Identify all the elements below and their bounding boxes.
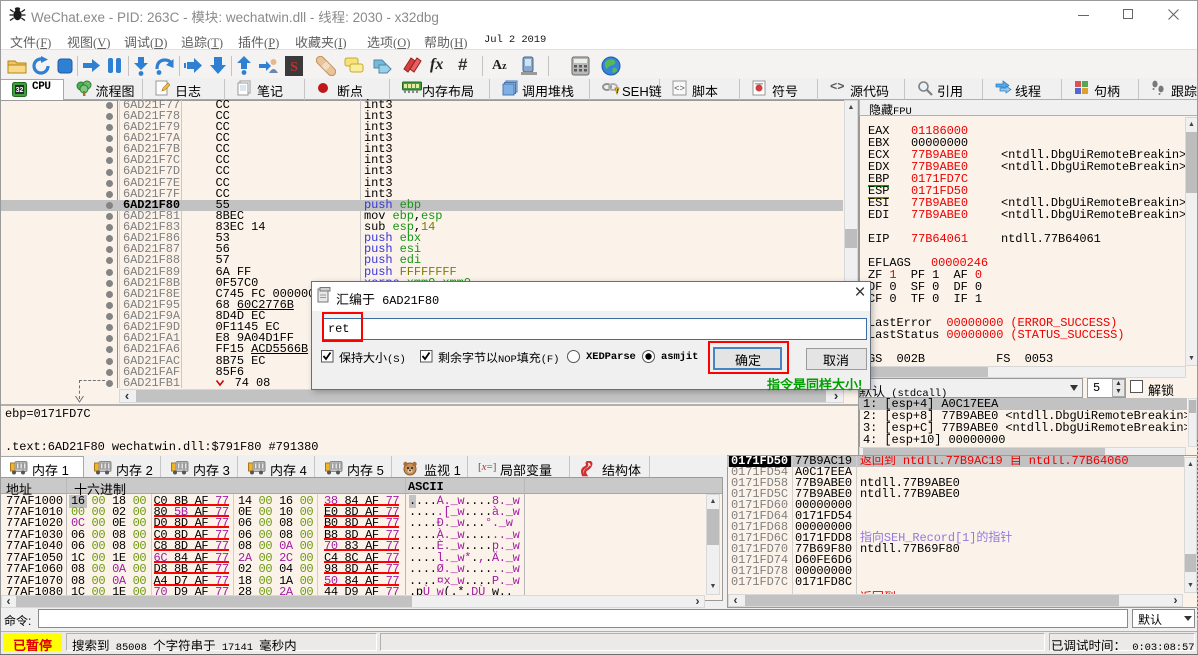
svg-text:32: 32 [16,87,24,94]
svg-text:<>: <> [674,84,685,94]
svg-text:S: S [290,60,298,75]
